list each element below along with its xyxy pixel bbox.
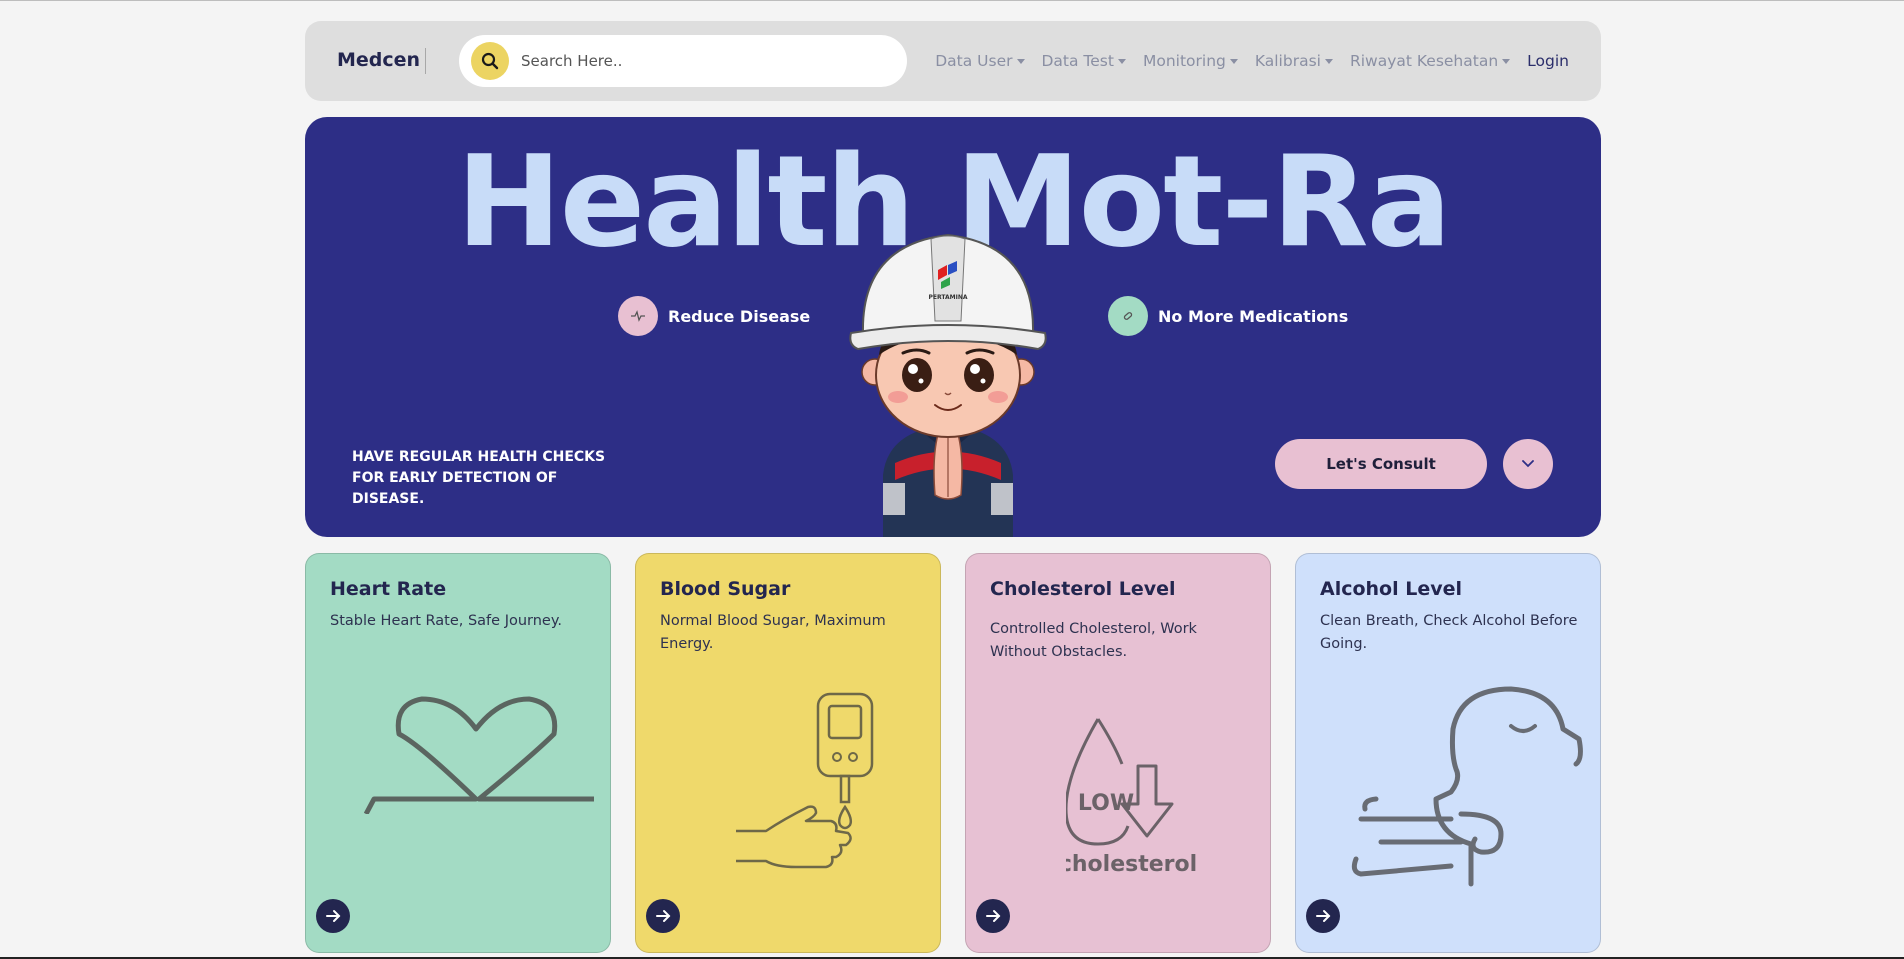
caret-down-icon [1016, 59, 1025, 64]
nav-kalibrasi-label: Kalibrasi [1254, 52, 1321, 70]
feature-no-more-medications: No More Medications [1108, 296, 1348, 336]
nav-monitoring[interactable]: Monitoring [1143, 52, 1238, 70]
breath-icon [1351, 686, 1583, 887]
caret-down-icon [1502, 59, 1511, 64]
card-blood-sugar-title: Blood Sugar [660, 578, 791, 600]
card-alcohol-level[interactable]: Alcohol Level Clean Breath, Check Alcoho… [1295, 553, 1601, 953]
feature-no-more-medications-label: No More Medications [1158, 306, 1349, 326]
brand-logo[interactable]: Medcen [337, 49, 420, 71]
card-heart-rate[interactable]: Heart Rate Stable Heart Rate, Safe Journ… [305, 553, 611, 953]
nav-menu: Data User Data Test Monitoring Kalibrasi… [918, 21, 1569, 101]
search-icon [481, 52, 499, 70]
glucometer-icon [736, 692, 874, 869]
nav-data-user[interactable]: Data User [935, 52, 1025, 70]
card-cholesterol-level-open-button[interactable] [976, 899, 1010, 933]
feature-reduce-disease-label: Reduce Disease [668, 306, 811, 326]
card-alcohol-level-title: Alcohol Level [1320, 578, 1463, 600]
caret-down-icon [1324, 59, 1333, 64]
search-input[interactable] [521, 47, 881, 75]
hero-tagline: HAVE REGULAR HEALTH CHECKS FOR EARLY DET… [352, 449, 606, 507]
card-blood-sugar-open-button[interactable] [646, 899, 680, 933]
feature-reduce-disease: Reduce Disease [618, 296, 810, 336]
navbar: Medcen Data User Data Test Monitoring Ka… [305, 21, 1601, 101]
arrow-right-icon [656, 910, 671, 922]
top-border [0, 0, 1904, 1]
nav-data-user-label: Data User [935, 52, 1013, 70]
card-heart-rate-open-button[interactable] [316, 899, 350, 933]
nav-data-test[interactable]: Data Test [1042, 52, 1126, 70]
caret-down-icon [1117, 59, 1126, 64]
worker-mascot-image: PERTAMINA [849, 233, 1047, 537]
login-link[interactable]: Login [1527, 52, 1569, 70]
arrow-right-icon [326, 910, 341, 922]
heart-line-icon [364, 696, 594, 814]
nav-kalibrasi[interactable]: Kalibrasi [1255, 52, 1333, 70]
pill-icon [1108, 296, 1148, 336]
card-cholesterol-level-title: Cholesterol Level [990, 578, 1176, 600]
caret-down-icon [1229, 59, 1238, 64]
nav-data-test-label: Data Test [1041, 52, 1114, 70]
low-cholesterol-icon: LOW cholesterol [1066, 718, 1197, 877]
card-cholesterol-level-description: Controlled Cholesterol, Work Without Obs… [990, 621, 1197, 660]
pulse-icon [618, 296, 658, 336]
chevron-down-icon [1522, 460, 1534, 468]
brand-divider [425, 48, 426, 74]
scroll-down-button[interactable] [1503, 439, 1553, 489]
card-cholesterol-level[interactable]: Cholesterol Level Controlled Cholesterol… [965, 553, 1271, 953]
lets-consult-button[interactable]: Let's Consult [1275, 439, 1487, 489]
search-bar [459, 35, 907, 87]
helmet-logo-text: PERTAMINA [929, 294, 968, 301]
card-alcohol-level-description: Clean Breath, Check Alcohol Before Going… [1320, 613, 1578, 652]
nav-monitoring-label: Monitoring [1142, 52, 1226, 70]
search-button[interactable] [471, 42, 509, 80]
arrow-right-icon [986, 910, 1001, 922]
cholesterol-label: cholesterol [1066, 852, 1197, 877]
nav-riwayat-kesehatan-label: Riwayat Kesehatan [1349, 52, 1499, 70]
card-heart-rate-description: Stable Heart Rate, Safe Journey. [330, 613, 562, 629]
nav-riwayat-kesehatan[interactable]: Riwayat Kesehatan [1349, 52, 1511, 70]
hero-banner: Health Mot-Ra Reduce Disease No More Med… [305, 117, 1601, 537]
arrow-right-icon [1316, 910, 1331, 922]
card-blood-sugar[interactable]: Blood Sugar Normal Blood Sugar, Maximum … [635, 553, 941, 953]
card-heart-rate-title: Heart Rate [330, 578, 447, 600]
card-blood-sugar-description: Normal Blood Sugar, Maximum Energy. [660, 613, 886, 652]
card-alcohol-level-open-button[interactable] [1306, 899, 1340, 933]
